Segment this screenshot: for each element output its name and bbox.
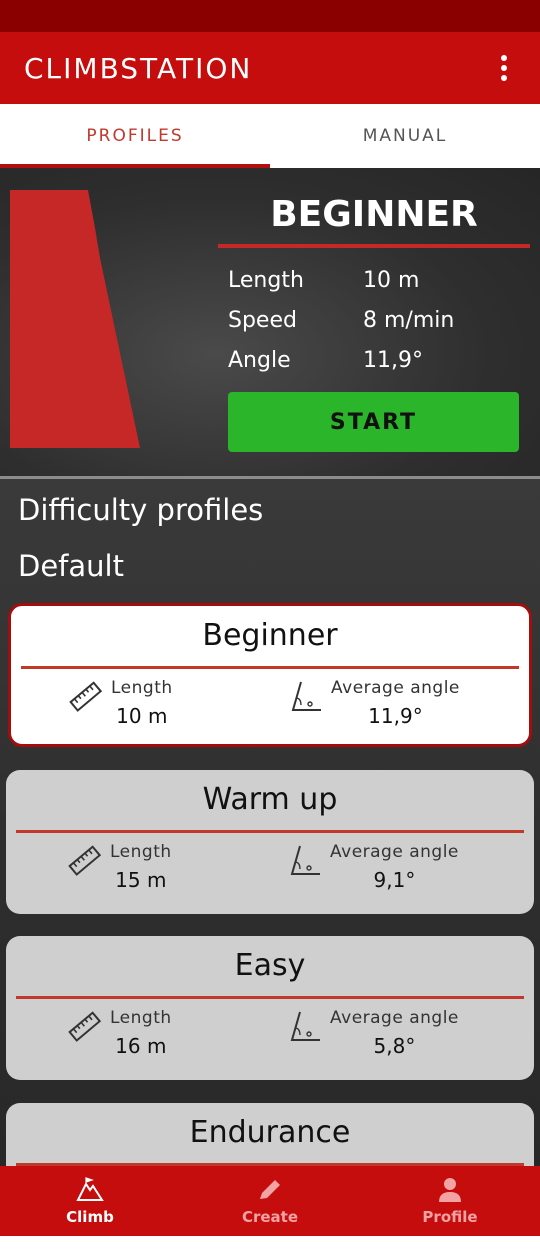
card-divider xyxy=(21,666,519,669)
card-title: Warm up xyxy=(202,782,338,817)
tab-manual[interactable]: MANUAL xyxy=(270,104,540,168)
card-divider xyxy=(16,996,524,999)
angle-icon xyxy=(290,845,320,875)
stat-label: Average angle xyxy=(331,678,460,698)
selected-profile-panel: BEGINNER Length 10 m Speed 8 m/min Angle… xyxy=(0,168,540,478)
stat-row-speed: Speed 8 m/min xyxy=(218,300,530,340)
stat-label: Length xyxy=(110,1008,172,1028)
stat-label: Length xyxy=(228,267,304,293)
stat-label: Length xyxy=(110,842,172,862)
status-bar xyxy=(0,0,540,32)
stat-value: 5,8° xyxy=(373,1034,416,1058)
card-divider xyxy=(16,830,524,833)
more-options-button[interactable] xyxy=(492,52,516,84)
profile-list[interactable]: Difficulty profiles Default Beginner Len… xyxy=(0,479,540,1166)
stat-row-length: Length 10 m xyxy=(218,260,530,300)
dot-icon xyxy=(501,75,507,81)
nav-label: Profile xyxy=(422,1208,478,1226)
section-title: Difficulty profiles xyxy=(18,493,264,527)
tab-profiles[interactable]: PROFILES xyxy=(0,104,270,168)
stat-label: Average angle xyxy=(330,1008,459,1028)
app-title: CLIMBSTATION xyxy=(24,51,253,85)
person-icon xyxy=(439,1178,461,1202)
pencil-icon xyxy=(260,1180,280,1199)
length-stat: Length 10 m xyxy=(69,678,173,728)
ruler-icon xyxy=(68,845,102,876)
group-title: Default xyxy=(18,549,124,583)
angle-icon xyxy=(291,681,321,711)
ruler-icon xyxy=(69,681,103,712)
stat-value: 10 m xyxy=(116,704,168,728)
angle-stat: Average angle 5,8° xyxy=(288,1008,459,1058)
nav-create[interactable]: Create xyxy=(180,1166,360,1236)
nav-label: Create xyxy=(241,1208,299,1226)
stat-label: Average angle xyxy=(330,842,459,862)
stat-value: 11,9° xyxy=(368,704,423,728)
bottom-navigation: Climb Create Profile xyxy=(0,1166,540,1236)
angle-stat: Average angle 9,1° xyxy=(288,842,459,892)
stat-value: 8 m/min xyxy=(363,307,455,333)
stat-value: 10 m xyxy=(363,267,420,293)
profile-card-endurance[interactable]: Endurance xyxy=(6,1103,534,1166)
card-title: Beginner xyxy=(202,618,338,653)
angle-icon xyxy=(290,1011,320,1041)
start-button[interactable]: START xyxy=(228,392,519,452)
length-stat: Length 16 m xyxy=(68,1008,172,1058)
title-divider xyxy=(218,244,530,248)
stat-value: 11,9° xyxy=(363,347,423,373)
dot-icon xyxy=(501,55,507,61)
card-title: Endurance xyxy=(189,1115,351,1150)
nav-profile[interactable]: Profile xyxy=(360,1166,540,1236)
stat-label: Length xyxy=(111,678,173,698)
length-stat: Length 15 m xyxy=(68,842,172,892)
card-title: Easy xyxy=(234,948,306,983)
nav-label: Climb xyxy=(66,1208,114,1226)
stat-label: Angle xyxy=(228,347,291,373)
profile-card-beginner[interactable]: Beginner Length 10 m Average angle 11,9° xyxy=(8,603,532,747)
angle-stat: Average angle 11,9° xyxy=(289,678,460,728)
climb-icon xyxy=(76,1177,104,1201)
stat-value: 15 m xyxy=(115,868,167,892)
ruler-icon xyxy=(68,1011,102,1042)
nav-climb[interactable]: Climb xyxy=(0,1166,180,1236)
dot-icon xyxy=(501,65,507,71)
stat-label: Speed xyxy=(228,307,297,333)
app-bar: CLIMBSTATION xyxy=(0,32,540,104)
profile-card-easy[interactable]: Easy Length 16 m Average angle 5,8° xyxy=(6,936,534,1080)
tab-bar: PROFILES MANUAL xyxy=(0,104,540,168)
stat-row-angle: Angle 11,9° xyxy=(218,340,530,380)
stat-value: 16 m xyxy=(115,1034,167,1058)
wall-profile-graphic xyxy=(10,190,140,448)
profile-summary: BEGINNER Length 10 m Speed 8 m/min Angle… xyxy=(218,190,530,452)
stat-value: 9,1° xyxy=(373,868,416,892)
profile-title: BEGINNER xyxy=(270,194,478,235)
system-nav-bar xyxy=(0,1236,540,1260)
profile-card-warm-up[interactable]: Warm up Length 15 m Average angle 9,1° xyxy=(6,770,534,914)
